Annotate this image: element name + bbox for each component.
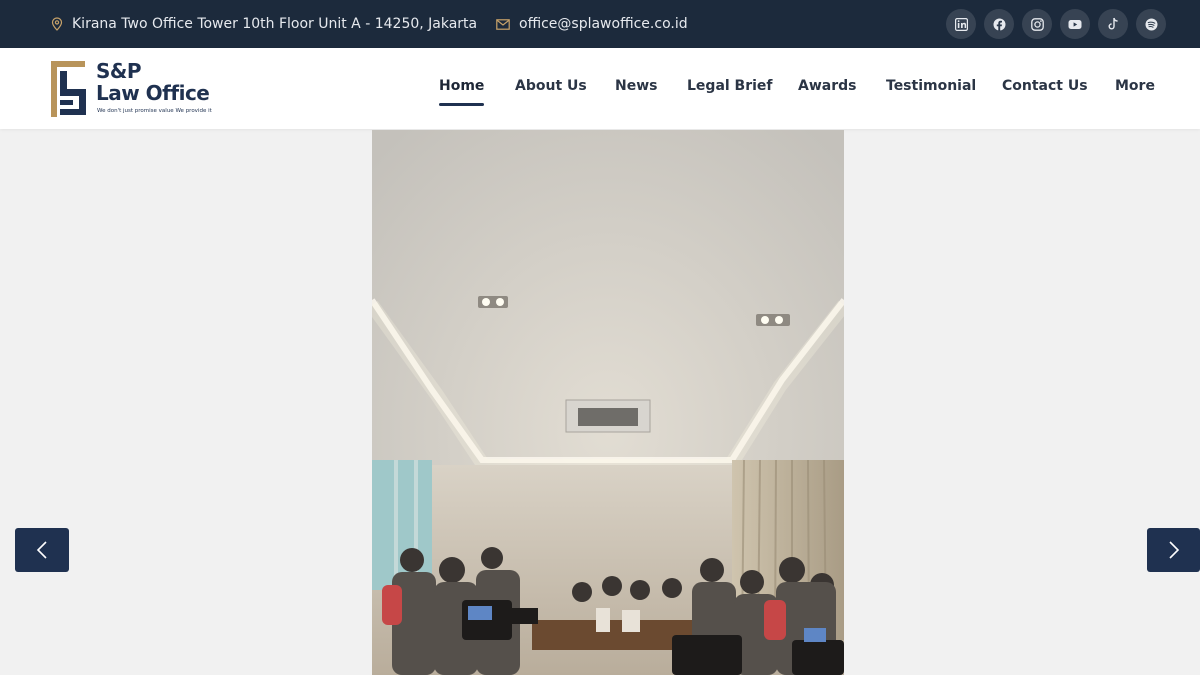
tiktok-icon[interactable] [1098, 9, 1128, 39]
facebook-icon[interactable] [984, 9, 1014, 39]
nav-active-indicator [439, 103, 484, 106]
brand-tagline: We don't just promise value We provide i… [97, 108, 212, 114]
address: Kirana Two Office Tower 10th Floor Unit … [51, 0, 477, 48]
nav-contact[interactable]: Contact Us [1002, 78, 1088, 94]
slider-next-button[interactable] [1147, 528, 1200, 572]
nav-news[interactable]: News [615, 78, 657, 94]
spotify-icon[interactable] [1136, 9, 1166, 39]
mail-icon [496, 18, 510, 30]
logo[interactable]: S&P Law Office We don't just promise val… [51, 59, 212, 119]
nav-home[interactable]: Home [439, 78, 484, 94]
chevron-left-icon [36, 541, 47, 559]
nav-more[interactable]: More [1115, 78, 1155, 94]
nav-testimonial[interactable]: Testimonial [886, 78, 976, 94]
slider-prev-button[interactable] [15, 528, 69, 572]
nav-about[interactable]: About Us [515, 78, 587, 94]
nav-awards[interactable]: Awards [798, 78, 856, 94]
linkedin-icon[interactable] [946, 9, 976, 39]
main-navbar: S&P Law Office We don't just promise val… [0, 48, 1200, 129]
brand-line2: Law Office [96, 81, 210, 105]
map-pin-icon [51, 17, 63, 31]
email[interactable]: office@splawoffice.co.id [496, 0, 688, 48]
top-bar: Kirana Two Office Tower 10th Floor Unit … [0, 0, 1200, 48]
address-text: Kirana Two Office Tower 10th Floor Unit … [72, 16, 478, 32]
email-link[interactable]: office@splawoffice.co.id [519, 16, 688, 32]
slider-image [372, 130, 844, 675]
brand-line1: S&P [96, 59, 142, 83]
youtube-icon[interactable] [1060, 9, 1090, 39]
nav-legal-brief[interactable]: Legal Brief [687, 78, 773, 94]
instagram-icon[interactable] [1022, 9, 1052, 39]
logo-mark [51, 61, 86, 117]
chevron-right-icon [1168, 541, 1179, 559]
